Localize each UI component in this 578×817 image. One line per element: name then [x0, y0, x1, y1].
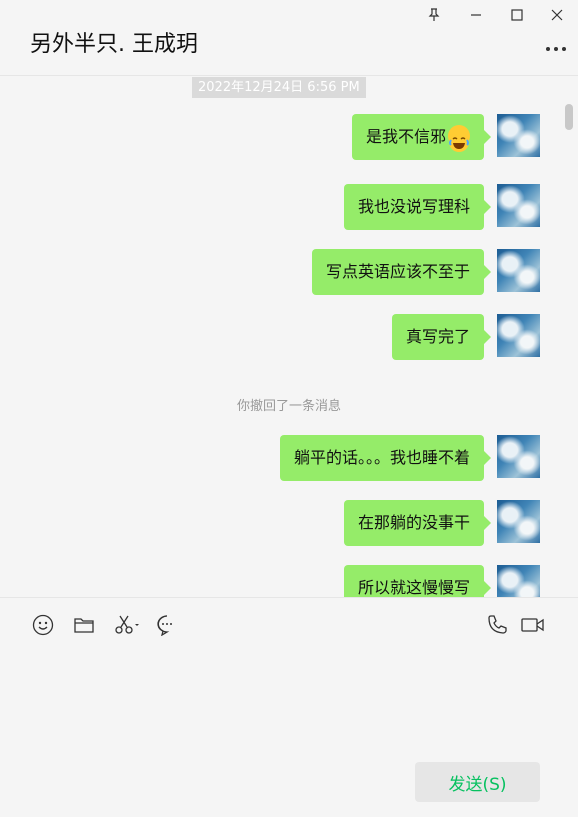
message-text: 躺平的话。。。我也睡不着: [293, 448, 470, 467]
message-text: 我也没说写理科: [357, 197, 470, 216]
message-bubble[interactable]: 写点英语应该不至于: [311, 249, 492, 295]
message-text: 真写完了: [405, 327, 470, 346]
message-input[interactable]: [20, 650, 558, 750]
video-call-icon[interactable]: [519, 612, 547, 638]
avatar[interactable]: [497, 500, 540, 543]
avatar[interactable]: [497, 249, 540, 292]
message-bubble[interactable]: 所以就这慢慢写: [343, 565, 492, 597]
close-icon[interactable]: [545, 4, 569, 26]
avatar[interactable]: [497, 565, 540, 597]
message-text: 写点英语应该不至于: [325, 262, 470, 281]
message-text: 是我不信邪: [365, 127, 446, 146]
message-bubble[interactable]: 躺平的话。。。我也睡不着: [279, 435, 492, 481]
chat-scrollbar[interactable]: [565, 104, 573, 130]
message-timestamp: 2022年12月24日 6:56 PM: [192, 77, 366, 98]
send-button[interactable]: 发送(S): [415, 762, 540, 802]
message-row: 在那躺的没事干: [343, 500, 540, 546]
maximize-icon[interactable]: [505, 4, 529, 26]
message-bubble[interactable]: 真写完了: [391, 314, 492, 360]
avatar[interactable]: [497, 314, 540, 357]
more-options-icon[interactable]: [545, 40, 567, 54]
laughing-tears-emoji-icon: [448, 124, 470, 152]
phone-icon[interactable]: [484, 612, 510, 638]
recall-notice: 你撤回了一条消息: [236, 399, 341, 414]
scissors-icon[interactable]: [112, 612, 142, 638]
message-row: 写点英语应该不至于: [311, 249, 540, 295]
message-row: 我也没说写理科: [343, 184, 540, 230]
toolbar-divider: [0, 597, 578, 598]
message-bubble[interactable]: 在那躺的没事干: [343, 500, 492, 546]
chat-title: 另外半只. 王成玥: [30, 32, 198, 57]
chat-header: 另外半只. 王成玥: [0, 0, 578, 76]
message-text: 在那躺的没事干: [357, 513, 470, 532]
avatar[interactable]: [497, 435, 540, 478]
message-row: 真写完了: [391, 314, 540, 360]
message-bubble[interactable]: 我也没说写理科: [343, 184, 492, 230]
chat-history-icon[interactable]: [154, 612, 180, 638]
message-row: 所以就这慢慢写: [343, 565, 540, 597]
message-row: 是我不信邪: [351, 114, 540, 160]
pin-icon[interactable]: [422, 4, 446, 26]
minimize-icon[interactable]: [464, 4, 488, 26]
avatar[interactable]: [497, 114, 540, 157]
message-bubble[interactable]: 是我不信邪: [351, 114, 492, 160]
chat-messages[interactable]: 2022年12月24日 6:56 PM 是我不信邪 我也没说写理科 写点英语应该…: [0, 77, 578, 597]
folder-icon[interactable]: [71, 612, 97, 638]
message-text: 所以就这慢慢写: [357, 578, 470, 597]
avatar[interactable]: [497, 184, 540, 227]
message-row: 躺平的话。。。我也睡不着: [279, 435, 540, 481]
emoji-icon[interactable]: [30, 612, 56, 638]
